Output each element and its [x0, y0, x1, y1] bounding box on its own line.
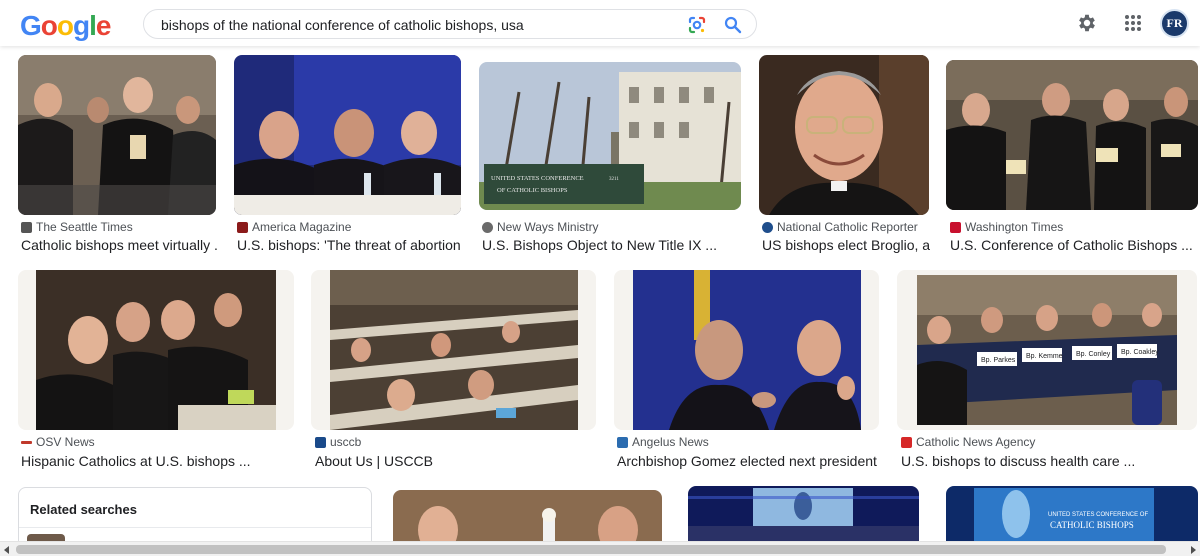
america-magazine-favicon	[237, 221, 248, 233]
result-source[interactable]: OSV News	[21, 435, 95, 449]
angelus-news-favicon	[617, 436, 628, 448]
apps-grid-icon[interactable]	[1123, 13, 1143, 33]
result-source[interactable]: New Ways Ministry	[482, 220, 599, 234]
ncr-favicon	[762, 221, 773, 233]
result-source[interactable]: The Seattle Times	[21, 220, 133, 234]
result-source[interactable]: Washington Times	[950, 220, 1063, 234]
result-image[interactable]: Bp. Parkes Bp. Kemme Bp. Conley Bp. Coak…	[897, 270, 1197, 430]
usccb-favicon	[315, 436, 326, 448]
google-logo[interactable]: Google	[20, 10, 111, 42]
google-lens-icon[interactable]	[687, 15, 707, 35]
search-icon[interactable]	[723, 15, 743, 35]
scroll-right-arrow-icon[interactable]	[1191, 546, 1196, 554]
banner-text: CATHOLIC BISHOPS	[1050, 520, 1134, 530]
scroll-left-arrow-icon[interactable]	[4, 546, 9, 554]
result-image[interactable]	[393, 490, 662, 541]
sign-number: 3211	[609, 177, 619, 182]
result-image[interactable]: UNITED STATES CONFERENCE OF CATHOLIC BIS…	[946, 486, 1198, 541]
result-source[interactable]: Angelus News	[617, 435, 709, 449]
name-placard: Bp. Coakley	[1121, 349, 1159, 356]
name-placard: Bp. Kemme	[1026, 353, 1063, 360]
search-box[interactable]: bishops of the national conference of ca…	[143, 9, 757, 39]
result-title[interactable]: U.S. bishops: 'The threat of abortion ..…	[237, 237, 461, 253]
result-image[interactable]	[614, 270, 879, 430]
result-source[interactable]: usccb	[315, 435, 361, 449]
result-image[interactable]	[688, 486, 919, 541]
result-title[interactable]: Hispanic Catholics at U.S. bishops ...	[21, 453, 293, 469]
result-source[interactable]: America Magazine	[237, 220, 351, 234]
result-source[interactable]: National Catholic Reporter	[762, 220, 918, 234]
result-image[interactable]	[311, 270, 596, 430]
search-input[interactable]: bishops of the national conference of ca…	[161, 17, 524, 33]
catholic-news-agency-favicon	[901, 436, 912, 448]
result-image[interactable]	[946, 60, 1198, 210]
result-title[interactable]: Catholic bishops meet virtually ...	[21, 237, 217, 253]
result-image[interactable]	[234, 55, 461, 215]
seattle-times-favicon	[21, 221, 32, 233]
divider	[19, 527, 371, 528]
result-title[interactable]: Archbishop Gomez elected next president …	[617, 453, 879, 469]
sign-text: OF CATHOLIC BISHOPS	[497, 187, 568, 194]
result-image[interactable]: UNITED STATES CONFERENCE OF CATHOLIC BIS…	[479, 62, 741, 210]
washington-times-favicon	[950, 221, 961, 233]
result-image[interactable]	[18, 55, 216, 215]
result-title[interactable]: U.S. Conference of Catholic Bishops ...	[950, 237, 1196, 253]
related-searches-title: Related searches	[30, 502, 137, 517]
settings-gear-icon[interactable]	[1076, 12, 1098, 34]
result-title[interactable]: US bishops elect Broglio, a...	[762, 237, 930, 253]
name-placard: Bp. Conley	[1076, 351, 1111, 358]
result-image[interactable]	[18, 270, 294, 430]
horizontal-scrollbar[interactable]	[0, 541, 1200, 556]
result-title[interactable]: About Us | USCCB	[315, 453, 595, 469]
banner-text: UNITED STATES CONFERENCE OF	[1048, 512, 1148, 518]
result-source[interactable]: Catholic News Agency	[901, 435, 1035, 449]
scrollbar-thumb[interactable]	[16, 545, 1166, 554]
new-ways-ministry-favicon	[482, 221, 493, 233]
account-avatar[interactable]: FR	[1160, 9, 1189, 38]
result-title[interactable]: U.S. bishops to discuss health care ...	[901, 453, 1197, 469]
osv-news-favicon	[21, 440, 32, 444]
result-image[interactable]	[759, 55, 929, 215]
top-header: Google bishops of the national conferenc…	[0, 0, 1200, 46]
sign-text: UNITED STATES CONFERENCE	[491, 175, 584, 182]
name-placard: Bp. Parkes	[981, 357, 1016, 364]
result-title[interactable]: U.S. Bishops Object to New Title IX ...	[482, 237, 742, 253]
